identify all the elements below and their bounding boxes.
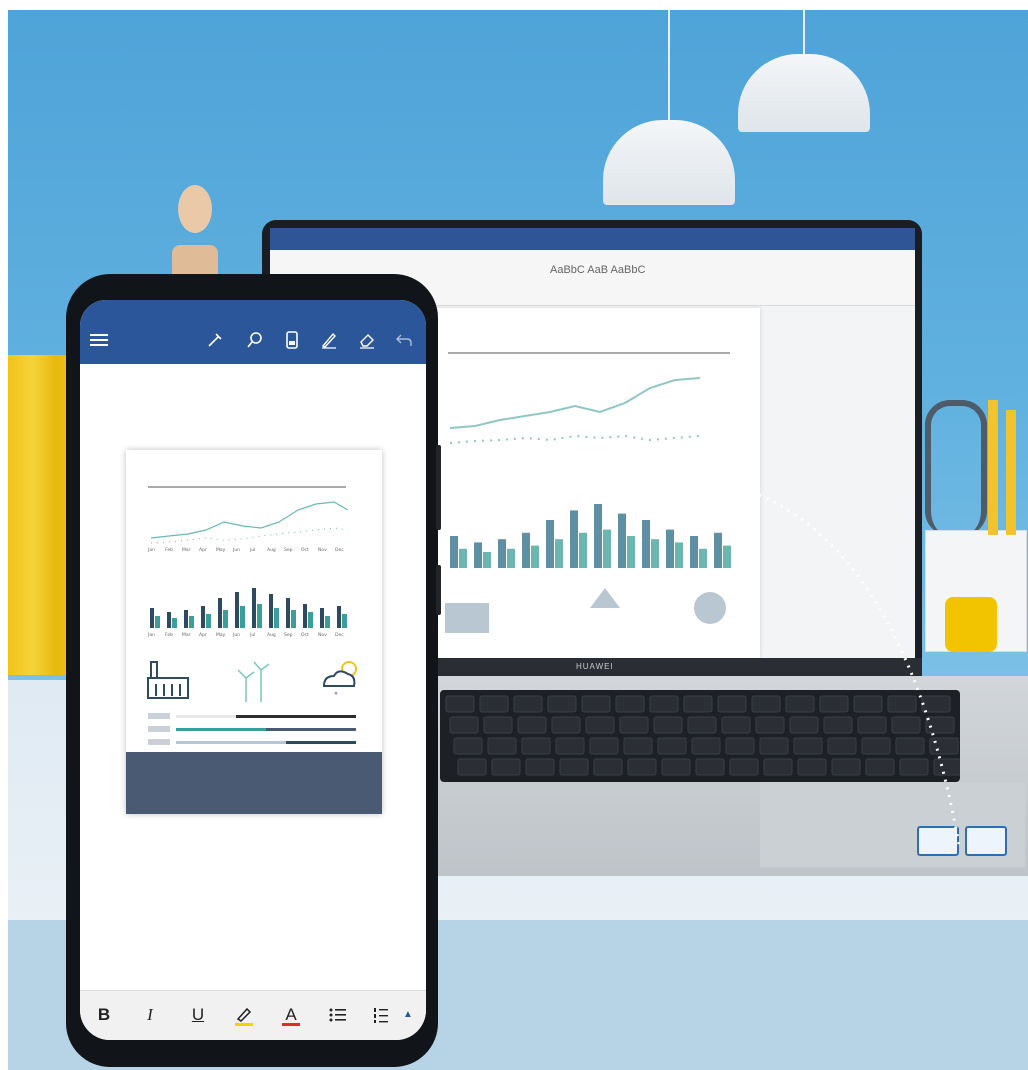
bullet-list-icon[interactable]: [326, 1003, 350, 1027]
bar: [150, 608, 154, 628]
wind-turbine-icon: [237, 661, 270, 702]
draw-icon[interactable]: [317, 328, 341, 352]
document-footer-band: [126, 752, 382, 814]
bar: [320, 608, 324, 628]
power-button: [436, 565, 441, 615]
bar: [155, 616, 160, 628]
ribbon-styles: AaBbC AaB AaBbC: [550, 264, 646, 276]
bar: [257, 604, 262, 628]
weather-icon: °: [322, 661, 357, 700]
chart-month-labels: Jan Feb Mar Apr May Jun Jul Aug Sep Oct Nov Dec: [147, 632, 344, 638]
highlighter-icon[interactable]: [232, 1003, 256, 1027]
mobile-view-icon[interactable]: [280, 328, 304, 352]
progress-rows: [148, 713, 356, 745]
bar: [189, 616, 194, 628]
volume-button: [436, 445, 441, 530]
bar: [223, 610, 228, 628]
bar: [286, 598, 290, 628]
bar: [337, 606, 341, 628]
eraser-icon[interactable]: [355, 328, 379, 352]
month-label: Mar: [182, 632, 191, 638]
month-label: Jul: [249, 632, 255, 638]
font-color-button[interactable]: A: [279, 1003, 303, 1027]
underline-button[interactable]: U: [186, 1003, 210, 1027]
month-label: Mar: [182, 547, 191, 553]
italic-button[interactable]: I: [138, 1003, 162, 1027]
font-color-letter: A: [285, 1005, 297, 1024]
month-label: Jun: [232, 632, 240, 638]
bar: [172, 618, 177, 628]
factory-icon: [147, 661, 189, 699]
bar: [201, 606, 205, 628]
yellow-pencil: [988, 400, 998, 535]
product-photo-scene: AaBbC AaB AaBbC HUAWEI Jan Feb Mar Apr M…: [0, 0, 1028, 1070]
month-label: Oct: [301, 632, 309, 638]
bar: [240, 606, 245, 628]
chart-month-labels: Jan Feb Mar Apr May Jun Jul Aug Sep Oct Nov Dec: [147, 547, 344, 553]
bar: [274, 608, 279, 628]
search-icon[interactable]: [243, 328, 267, 352]
month-label: Dec: [335, 632, 344, 638]
word-title-bar: [270, 228, 915, 250]
month-label: Dec: [335, 547, 344, 553]
month-label: May: [216, 547, 226, 553]
month-label: Sep: [284, 632, 293, 638]
bar: [218, 598, 222, 628]
formatting-toolbar: B I U A ▲: [80, 990, 426, 1040]
bar: [325, 616, 330, 628]
bar: [291, 610, 296, 628]
bar: [206, 614, 211, 628]
bar-chart: [150, 588, 347, 628]
bar: [308, 612, 313, 628]
bar: [235, 592, 239, 628]
month-label: Sep: [284, 547, 293, 553]
pendant-lamp-right: [738, 10, 870, 132]
month-label: Nov: [318, 547, 327, 553]
bar: [303, 604, 307, 628]
month-label: May: [216, 632, 226, 638]
hamburger-icon[interactable]: [90, 334, 108, 346]
month-label: Jun: [232, 547, 240, 553]
month-label: Nov: [318, 632, 327, 638]
document-page-thumbnail[interactable]: Jan Feb Mar Apr May Jun Jul Aug Sep Oct Nov Dec Jan…: [126, 450, 382, 814]
share-transfer-arc: [440, 449, 960, 851]
bar: [184, 610, 188, 628]
month-label: Feb: [165, 547, 173, 553]
expand-toolbar-button[interactable]: ▲: [396, 1003, 420, 1027]
month-label: Jan: [147, 547, 155, 553]
bar: [252, 588, 256, 628]
pendant-lamp-left: [603, 10, 735, 205]
month-label: Feb: [165, 632, 173, 638]
bar: [269, 594, 273, 628]
pen-icon[interactable]: [203, 328, 227, 352]
month-label: Aug: [267, 632, 276, 638]
svg-text:°: °: [334, 691, 338, 700]
word-mobile-app-bar: [80, 300, 426, 364]
month-label: Jan: [147, 632, 155, 638]
bar: [167, 612, 171, 628]
numbered-list-icon[interactable]: [370, 1003, 394, 1027]
undo-icon[interactable]: [392, 328, 416, 352]
month-label: Oct: [301, 547, 309, 553]
month-label: Aug: [267, 547, 276, 553]
wooden-manikin: [172, 185, 218, 285]
yellow-pencil: [1006, 410, 1016, 535]
bar: [342, 614, 347, 628]
bold-button[interactable]: B: [92, 1003, 116, 1027]
month-label: Jul: [249, 547, 255, 553]
month-label: Apr: [199, 632, 207, 638]
month-label: Apr: [199, 547, 207, 553]
phone-screen: Jan Feb Mar Apr May Jun Jul Aug Sep Oct Nov Dec Jan…: [80, 300, 426, 1040]
document-infographic: Jan Feb Mar Apr May Jun Jul Aug Sep Oct Nov Dec Jan…: [147, 486, 357, 745]
